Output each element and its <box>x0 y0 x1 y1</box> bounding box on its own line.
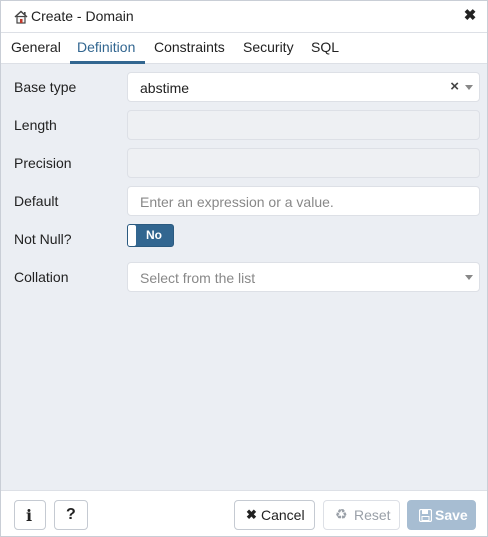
close-icon[interactable]: ✖ <box>462 8 478 24</box>
save-button[interactable]: Save <box>407 500 476 530</box>
info-icon: i <box>26 506 33 525</box>
collation-label: Collation <box>14 269 69 285</box>
not-null-toggle[interactable]: No <box>127 224 174 247</box>
collation-placeholder: Select from the list <box>140 270 256 286</box>
tab-sql[interactable]: SQL <box>311 39 339 55</box>
floppy-disk-icon <box>419 509 432 522</box>
default-placeholder: Enter an expression or a value. <box>140 194 334 210</box>
toggle-knob <box>128 225 136 246</box>
close-icon: ✖ <box>246 507 257 522</box>
tab-bar: General Definition Constraints Security … <box>1 33 487 64</box>
question-icon: ? <box>66 506 76 523</box>
domain-house-icon <box>14 10 28 24</box>
chevron-down-icon[interactable] <box>465 85 473 90</box>
precision-input[interactable] <box>127 148 480 178</box>
recycle-icon: ♻ <box>335 506 348 522</box>
base-type-value: abstime <box>140 80 190 96</box>
tab-constraints[interactable]: Constraints <box>154 39 225 55</box>
precision-label: Precision <box>14 155 72 171</box>
base-type-label: Base type <box>14 79 77 95</box>
tab-security[interactable]: Security <box>243 39 294 55</box>
collation-select[interactable]: Select from the list <box>127 262 480 292</box>
cancel-button[interactable]: ✖ Cancel <box>234 500 315 530</box>
help-button[interactable]: ? <box>54 500 88 530</box>
not-null-toggle-label: No <box>146 228 162 242</box>
reset-button[interactable]: ♻ Reset <box>323 500 400 530</box>
reset-label: Reset <box>354 507 391 523</box>
create-domain-dialog: Create - Domain ✖ General Definition Con… <box>0 0 488 537</box>
active-tab-indicator <box>70 61 145 64</box>
length-input[interactable] <box>127 110 480 140</box>
default-input[interactable]: Enter an expression or a value. <box>127 186 480 216</box>
not-null-label: Not Null? <box>14 231 72 247</box>
dialog-titlebar[interactable]: Create - Domain ✖ <box>1 1 487 33</box>
tab-definition[interactable]: Definition <box>77 39 135 55</box>
info-button[interactable]: i <box>14 500 46 530</box>
base-type-select[interactable]: abstime × <box>127 72 480 102</box>
save-label: Save <box>435 507 468 523</box>
dialog-footer: i ? ✖ Cancel ♻ Reset Save <box>1 490 487 536</box>
cancel-label: Cancel <box>261 507 305 523</box>
chevron-down-icon[interactable] <box>465 275 473 280</box>
dialog-title: Create - Domain <box>31 8 134 24</box>
default-label: Default <box>14 193 59 209</box>
tab-general[interactable]: General <box>11 39 61 55</box>
clear-selection-icon[interactable]: × <box>450 78 459 95</box>
length-label: Length <box>14 117 57 133</box>
